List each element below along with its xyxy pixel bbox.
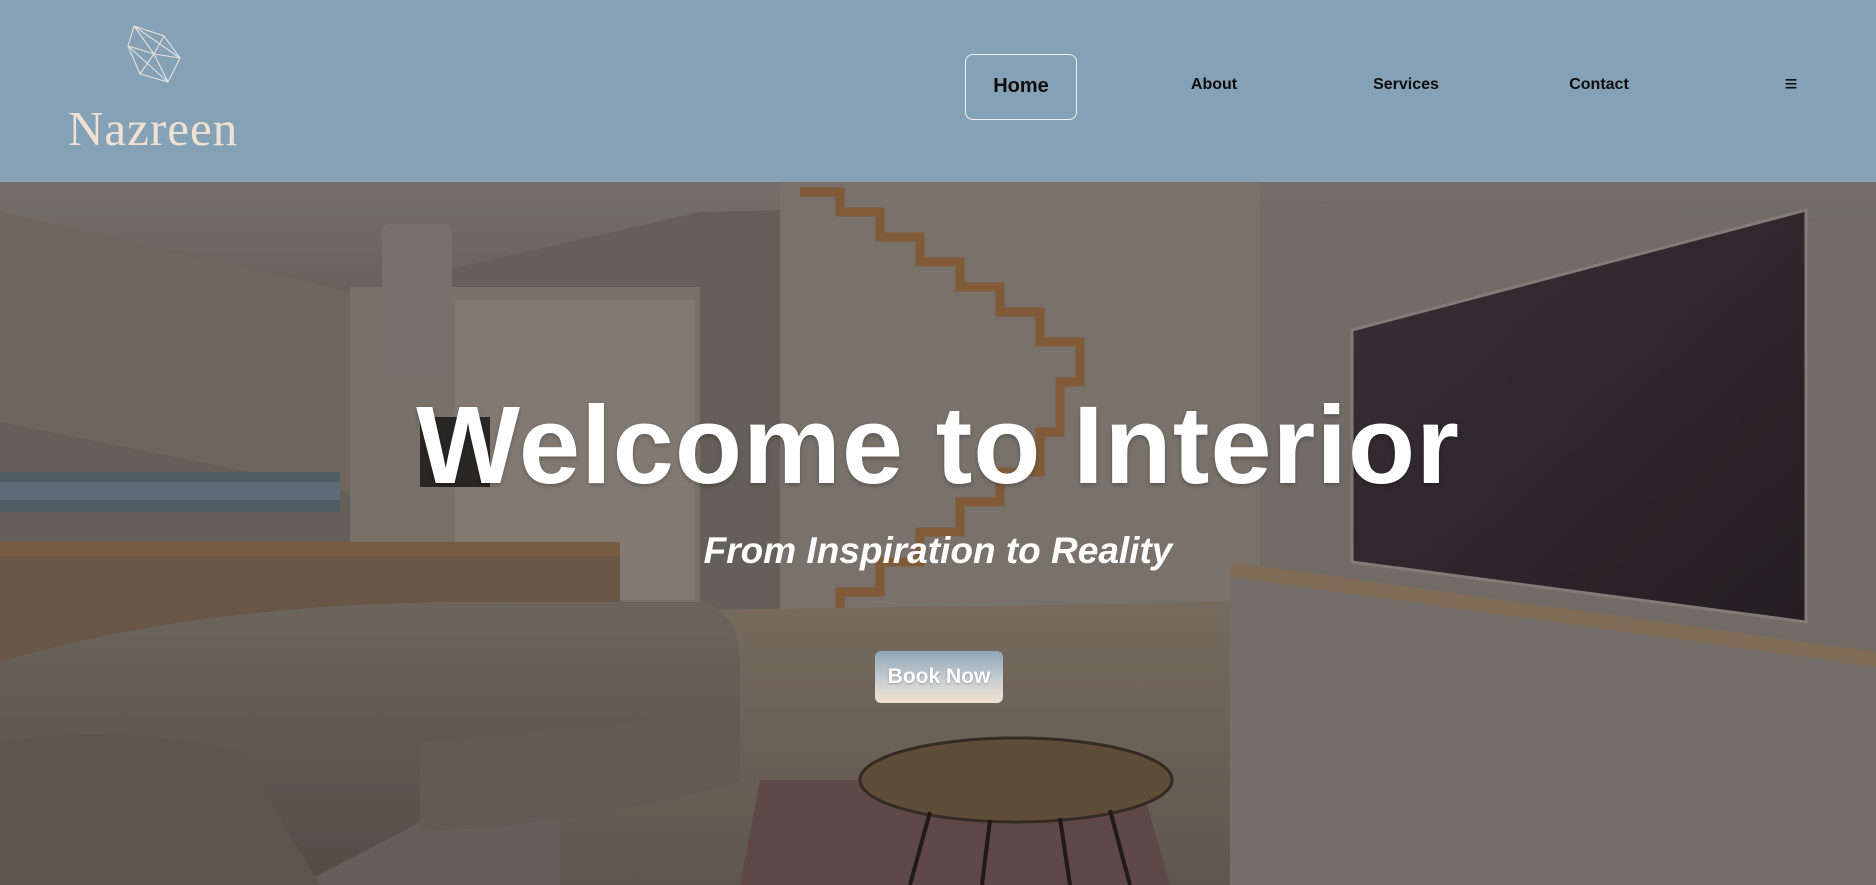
nav-services-link[interactable]: Services (1368, 54, 1444, 120)
hero-subtitle: From Inspiration to Reality (703, 530, 1173, 571)
hero-section: Welcome to Interior From Inspiration to … (0, 182, 1876, 885)
hamburger-menu-icon[interactable]: ≡ (1772, 54, 1810, 120)
nav-about-link[interactable]: About (1176, 54, 1252, 120)
main-nav: Home About Services Contact ≡ (0, 54, 1876, 120)
hero-title: Welcome to Interior (416, 384, 1460, 507)
nav-contact-link[interactable]: Contact (1564, 54, 1634, 120)
site-header: Nazreen Home About Services Contact ≡ (0, 0, 1876, 182)
nav-home-button[interactable]: Home (965, 54, 1077, 120)
book-now-button[interactable]: Book Now (875, 651, 1003, 703)
